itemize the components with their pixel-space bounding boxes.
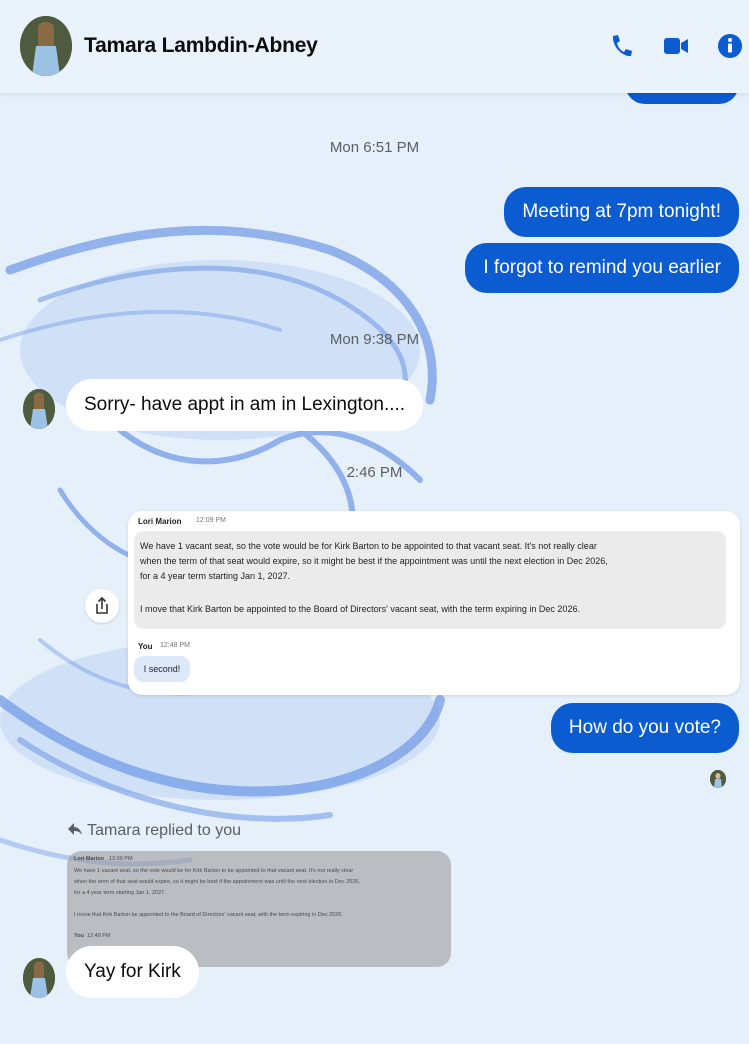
reply-preview-line: for a 4 year term starting Jan 1, 2027. [74,890,166,896]
shared-message-card[interactable]: Lori Marion 12:09 PM We have 1 vacant se… [128,511,740,695]
sender-avatar[interactable] [23,958,55,998]
outgoing-message[interactable]: I forgot to remind you earlier [465,243,739,293]
timestamp: 2:46 PM [346,464,403,481]
shared-author-time: 12:09 PM [196,517,226,524]
share-icon [96,596,108,614]
shared-author: Lori Marion [138,517,182,526]
reply-indicator: Tamara replied to you [67,822,241,840]
incoming-message[interactable]: Yay for Kirk [66,946,199,998]
reply-preview-line: when the term of that seat would expire,… [74,879,360,885]
timestamp: Mon 6:51 PM [329,139,420,156]
reply-preview-you: You [74,933,84,939]
shared-quote: We have 1 vacant seat, so the vote would… [134,531,726,629]
info-icon[interactable] [717,30,745,62]
outgoing-message[interactable]: Meeting at 7pm tonight! [504,187,739,237]
outgoing-message[interactable]: How do you vote? [550,703,739,753]
reply-preview-line: We have 1 vacant seat, so the vote would… [74,868,354,874]
shared-you-time: 12:48 PM [160,642,190,649]
shared-line: We have 1 vacant seat, so the vote would… [140,541,597,551]
reply-arrow-icon [68,823,82,835]
contact-name[interactable]: Tamara Lambdin-Abney [84,34,318,58]
reply-preview-author: Lori Marion [74,856,104,862]
timestamp: Mon 9:38 PM [329,331,420,348]
sender-avatar[interactable] [23,389,55,429]
reply-preview-author-time: 12:09 PM [109,856,133,862]
reply-preview-you-time: 12:48 PM [87,933,111,939]
read-receipt-avatar [710,770,726,788]
share-button[interactable] [85,589,119,623]
shared-you-label: You [138,642,153,651]
reply-indicator-label: Tamara replied to you [87,822,242,839]
chat-header: Tamara Lambdin-Abney [0,0,749,93]
contact-avatar[interactable] [20,16,72,76]
video-camera-icon[interactable] [662,30,690,62]
reply-preview-line: I move that Kirk Barton be appointed to … [74,912,343,918]
incoming-message[interactable]: Sorry- have appt in am in Lexington.... [66,379,424,431]
shared-line: for a 4 year term starting Jan 1, 2027. [140,571,291,581]
phone-icon[interactable] [607,30,635,62]
shared-line: when the term of that seat would expire,… [140,556,608,566]
shared-line: I move that Kirk Barton be appointed to … [140,604,580,614]
shared-you-reply: I second! [134,656,190,682]
